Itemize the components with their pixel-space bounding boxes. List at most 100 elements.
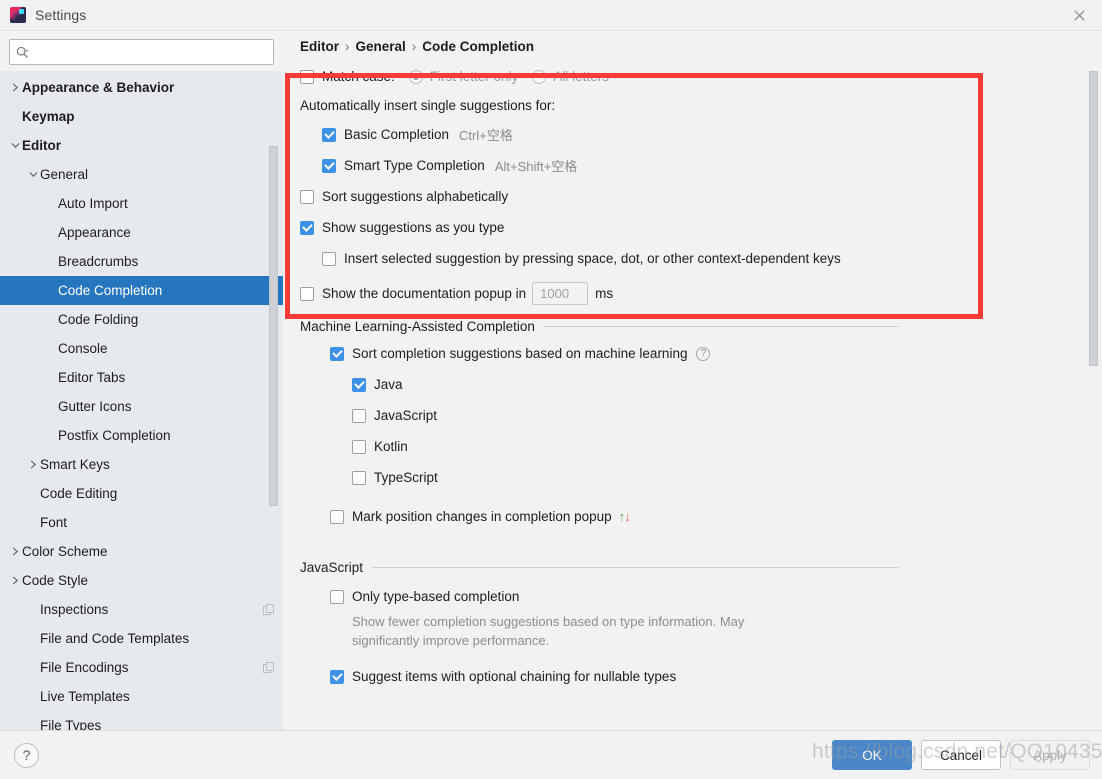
- help-circle-icon[interactable]: ?: [696, 346, 711, 361]
- sort-ml-checkbox[interactable]: [330, 346, 344, 361]
- ml-section-title: Machine Learning-Assisted Completion: [300, 319, 535, 334]
- sidebar-item-live-templates[interactable]: Live Templates: [0, 682, 283, 711]
- breadcrumb: Editor › General › Code Completion: [300, 31, 1084, 61]
- copy-icon[interactable]: [263, 661, 275, 674]
- apply-button[interactable]: Apply: [1010, 740, 1090, 770]
- basic-completion-checkbox[interactable]: [322, 127, 336, 142]
- match-case-checkbox[interactable]: [300, 69, 314, 84]
- cancel-button[interactable]: Cancel: [921, 740, 1001, 770]
- show-as-you-type-checkbox[interactable]: [300, 220, 314, 235]
- dialog-body: Appearance & Behavior Keymap Editor General…: [0, 31, 1102, 730]
- sidebar-item-code-style[interactable]: Code Style: [0, 566, 283, 595]
- documentation-popup-checkbox[interactable]: [300, 286, 314, 301]
- sidebar-item-console[interactable]: Console: [0, 334, 283, 363]
- ml-language-typescript-row: TypeScript: [300, 462, 1084, 493]
- sidebar-item-code-completion[interactable]: Code Completion: [0, 276, 283, 305]
- smart-type-completion-shortcut: Alt+Shift+空格: [494, 159, 578, 174]
- breadcrumb-item-editor[interactable]: Editor: [300, 39, 339, 54]
- sidebar-item-editor[interactable]: Editor: [0, 131, 283, 160]
- main-scrollbar-thumb[interactable]: [1089, 71, 1098, 366]
- breadcrumb-item-code-completion: Code Completion: [422, 39, 535, 54]
- sort-alphabetically-row: Sort suggestions alphabetically: [300, 181, 1084, 212]
- first-letter-only-radio[interactable]: [408, 69, 423, 84]
- sidebar-item-label: Smart Keys: [40, 457, 110, 472]
- copy-icon[interactable]: [263, 603, 275, 616]
- sidebar-item-label: General: [40, 167, 89, 182]
- settings-dialog: Settings Appearance & Behavior Keymap Ed…: [0, 0, 1102, 779]
- sidebar-item-breadcrumbs[interactable]: Breadcrumbs: [0, 247, 283, 276]
- sidebar-item-appearance[interactable]: Appearance: [0, 218, 283, 247]
- sidebar-scrollbar-thumb[interactable]: [269, 146, 278, 506]
- documentation-popup-label: Show the documentation popup in: [322, 286, 527, 301]
- show-as-you-type-row: Show suggestions as you type: [300, 212, 1084, 243]
- only-type-based-hint-line2: significantly improve performance.: [352, 633, 550, 648]
- documentation-popup-unit: ms: [595, 286, 614, 301]
- documentation-popup-delay-input[interactable]: [532, 282, 589, 305]
- sidebar-item-color-scheme[interactable]: Color Scheme: [0, 537, 283, 566]
- all-letters-radio[interactable]: [532, 69, 547, 84]
- ml-language-typescript-checkbox[interactable]: [352, 470, 366, 485]
- sidebar-item-file-and-code-templates[interactable]: File and Code Templates: [0, 624, 283, 653]
- sidebar-item-inspections[interactable]: Inspections: [0, 595, 283, 624]
- sort-alphabetically-checkbox[interactable]: [300, 189, 314, 204]
- optional-chaining-row: Suggest items with optional chaining for…: [300, 661, 1084, 692]
- settings-tree: Appearance & Behavior Keymap Editor General…: [0, 71, 283, 730]
- only-type-based-checkbox[interactable]: [330, 589, 344, 604]
- breadcrumb-separator-icon: ›: [411, 39, 417, 54]
- smart-type-completion-row: Smart Type Completion Alt+Shift+空格: [300, 150, 1084, 181]
- chevron-right-icon[interactable]: [26, 460, 40, 469]
- sidebar-item-label: Console: [58, 341, 108, 356]
- insert-selected-suggestion-label: Insert selected suggestion by pressing s…: [344, 251, 841, 266]
- ml-language-java-label: Java: [374, 377, 403, 392]
- ml-language-kotlin-checkbox[interactable]: [352, 439, 366, 454]
- chevron-down-icon[interactable]: [8, 141, 22, 150]
- sidebar-item-keymap[interactable]: Keymap: [0, 102, 283, 131]
- smart-type-completion-label: Smart Type Completion: [344, 158, 485, 173]
- basic-completion-row: Basic Completion Ctrl+空格: [300, 119, 1084, 150]
- breadcrumb-item-general[interactable]: General: [356, 39, 406, 54]
- ok-button[interactable]: OK: [832, 740, 912, 770]
- ml-language-kotlin-row: Kotlin: [300, 431, 1084, 462]
- sidebar-item-font[interactable]: Font: [0, 508, 283, 537]
- sidebar-item-label: Font: [40, 515, 68, 530]
- close-icon[interactable]: [1056, 0, 1102, 31]
- window-title: Settings: [35, 7, 87, 23]
- sidebar-item-code-folding[interactable]: Code Folding: [0, 305, 283, 334]
- first-letter-only-label: First letter only: [429, 69, 519, 84]
- all-letters-label: All letters: [553, 69, 609, 84]
- insert-selected-suggestion-checkbox[interactable]: [322, 251, 336, 266]
- sort-alphabetically-label: Sort suggestions alphabetically: [322, 189, 509, 204]
- ml-language-javascript-checkbox[interactable]: [352, 408, 366, 423]
- chevron-right-icon[interactable]: [8, 547, 22, 556]
- sidebar-item-editor-tabs[interactable]: Editor Tabs: [0, 363, 283, 392]
- help-button[interactable]: ?: [14, 742, 39, 768]
- position-arrows-icon: ↑↓: [619, 509, 631, 524]
- chevron-right-icon[interactable]: [8, 83, 22, 92]
- sidebar-item-smart-keys[interactable]: Smart Keys: [0, 450, 283, 479]
- mark-position-changes-checkbox[interactable]: [330, 509, 344, 524]
- chevron-right-icon[interactable]: [8, 576, 22, 585]
- smart-type-completion-checkbox[interactable]: [322, 158, 336, 173]
- sidebar-item-label: Appearance: [58, 225, 131, 240]
- sidebar-item-auto-import[interactable]: Auto Import: [0, 189, 283, 218]
- chevron-down-icon[interactable]: [26, 170, 40, 179]
- sidebar-item-postfix-completion[interactable]: Postfix Completion: [0, 421, 283, 450]
- sidebar-item-code-editing[interactable]: Code Editing: [0, 479, 283, 508]
- ml-language-java-checkbox[interactable]: [352, 377, 366, 392]
- only-type-based-row: Only type-based completion: [300, 581, 1084, 612]
- sidebar-item-general[interactable]: General: [0, 160, 283, 189]
- sidebar-item-file-types[interactable]: File Types: [0, 711, 283, 730]
- footer-button-group: OK Cancel Apply: [832, 740, 1090, 770]
- sidebar-item-gutter-icons[interactable]: Gutter Icons: [0, 392, 283, 421]
- sidebar-item-file-encodings[interactable]: File Encodings: [0, 653, 283, 682]
- optional-chaining-checkbox[interactable]: [330, 669, 344, 684]
- sidebar-item-label: Code Folding: [58, 312, 139, 327]
- match-case-label: Match case:: [322, 69, 395, 84]
- search-box[interactable]: [9, 39, 274, 65]
- sidebar-item-appearance-behavior[interactable]: Appearance & Behavior: [0, 73, 283, 102]
- sidebar-item-label: Live Templates: [40, 689, 130, 704]
- js-section-title: JavaScript: [300, 560, 364, 575]
- documentation-popup-row: Show the documentation popup in ms: [300, 278, 1084, 309]
- only-type-based-label: Only type-based completion: [352, 589, 520, 604]
- search-input[interactable]: [33, 40, 267, 64]
